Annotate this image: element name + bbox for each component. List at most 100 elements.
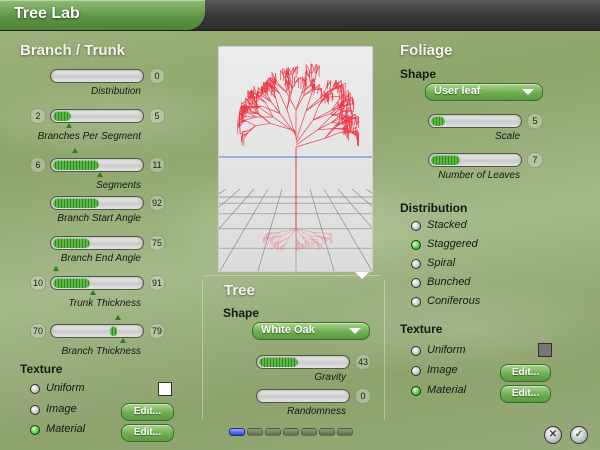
number-of-leaves-slider[interactable] [428,153,522,167]
distribution-coniferous[interactable]: Coniferous [411,295,531,311]
distribution-label: Distribution [90,86,141,97]
checkmark-icon: ✓ [574,429,584,440]
gravity-slider[interactable] [256,355,350,369]
tree-shape-value: White Oak [261,324,315,336]
trunk-thickness-top-marker[interactable] [53,266,59,271]
foliage-texture-image-dot[interactable] [411,366,421,376]
branch-start-angle-slider[interactable] [50,196,144,210]
branch-texture-image-edit-button[interactable]: Edit... [121,403,174,421]
randomness-label: Randomness [287,406,346,417]
branch-thickness-slider-fill [109,326,118,336]
branch-end-angle-max: 75 [149,235,165,251]
tree-shape-label: Shape [223,306,260,320]
tree-preview-render [219,47,372,271]
foliage-texture-uniform[interactable]: Uniform [411,344,531,360]
branch-start-angle-slider-fill [53,198,99,208]
segments-min: 6 [30,157,46,173]
trunk-thickness-slider-fill [53,278,90,288]
foliage-shape-label: Shape [400,67,437,81]
segments-top-marker[interactable] [72,148,78,153]
branch-texture-title: Texture [20,362,63,376]
branches-per-segment-slider-fill [53,111,72,121]
branch-end-angle-slider-fill [53,238,90,248]
distribution-bunched[interactable]: Bunched [411,276,531,292]
branch-texture-color-swatch[interactable] [158,382,172,396]
branches-per-segment-slider[interactable] [50,109,144,123]
foliage-texture-color-swatch[interactable] [538,343,552,357]
tree-preview-viewport[interactable] [218,46,373,272]
distribution-slider[interactable] [50,69,144,83]
scale-label: Scale [494,131,520,142]
distribution-title: Distribution [400,201,468,215]
distribution-spiral-dot[interactable] [411,259,421,269]
cancel-button[interactable]: ✕ [544,426,562,444]
branch-texture-image-label: Image [46,403,77,415]
foliage-texture-material-dot[interactable] [411,386,421,396]
scale-slider-fill [431,116,445,126]
branch-texture-uniform-dot[interactable] [30,384,40,394]
branches-per-segment-min: 2 [30,108,46,124]
distribution-stacked-label: Stacked [427,219,467,231]
branch-texture-image-dot[interactable] [30,405,40,415]
distribution-stacked[interactable]: Stacked [411,219,531,235]
branch-thickness-bottom-marker[interactable] [120,338,126,343]
foliage-texture-uniform-dot[interactable] [411,346,421,356]
page-dot[interactable] [265,428,281,436]
page-dot[interactable] [301,428,317,436]
preview-resize-corner-icon[interactable] [355,272,369,279]
foliage-shape-value: User leaf [434,85,481,97]
distribution-coniferous-dot[interactable] [411,297,421,307]
segments-bottom-marker[interactable] [97,172,103,177]
foliage-texture-material-edit-button[interactable]: Edit... [500,385,551,403]
preview-divider [205,275,380,276]
foliage-texture-image-edit-button[interactable]: Edit... [500,364,551,382]
branch-texture-uniform[interactable]: Uniform [30,382,150,398]
branches-per-segment-label: Branches Per Segment [37,131,141,142]
tree-shape-dropdown[interactable]: White Oak [252,322,370,340]
branch-thickness-max: 79 [149,323,165,339]
page-dot[interactable] [283,428,299,436]
page-dot[interactable] [337,428,353,436]
randomness-slider[interactable] [256,389,350,403]
trunk-thickness-bottom-marker[interactable] [90,290,96,295]
page-dot[interactable] [229,428,245,436]
trunk-thickness-min: 10 [30,275,46,291]
gravity-max: 43 [355,354,371,370]
distribution-spiral-label: Spiral [427,257,456,269]
distribution-staggered-label: Staggered [427,238,478,250]
branch-thickness-top-marker[interactable] [115,315,121,320]
title-bar: Tree Lab [0,0,600,31]
segments-slider[interactable] [50,158,144,172]
distribution-bunched-label: Bunched [427,276,471,288]
branch-texture-material-edit-button[interactable]: Edit... [121,424,174,442]
distribution-bunched-dot[interactable] [411,278,421,288]
distribution-spiral[interactable]: Spiral [411,257,531,273]
distribution-staggered-dot[interactable] [411,240,421,250]
branches-per-segment-marker[interactable] [66,123,72,128]
branch-texture-material-dot[interactable] [30,425,40,435]
foliage-texture-image-label: Image [427,364,458,376]
tree-lab-window: Tree Lab Branch / Trunk 0 Distribution 2… [0,0,600,450]
distribution-staggered[interactable]: Staggered [411,238,531,254]
gravity-label: Gravity [314,372,346,383]
foliage-shape-dropdown[interactable]: User leaf [425,83,543,101]
branch-end-angle-label: Branch End Angle [60,253,141,264]
gravity-slider-fill [259,357,298,367]
branch-end-angle-slider[interactable] [50,236,144,250]
branch-trunk-title: Branch / Trunk [20,42,126,59]
distribution-stacked-dot[interactable] [411,221,421,231]
segments-slider-fill [53,160,99,170]
trunk-thickness-slider[interactable] [50,276,144,290]
right-divider [384,280,385,420]
branch-texture-uniform-label: Uniform [46,382,85,394]
number-of-leaves-slider-fill [431,155,461,165]
scale-max: 5 [527,113,543,129]
page-dot[interactable] [247,428,263,436]
branch-thickness-slider[interactable] [50,324,144,338]
segments-max: 11 [149,157,165,173]
ok-button[interactable]: ✓ [570,426,588,444]
scale-slider[interactable] [428,114,522,128]
page-dot[interactable] [319,428,335,436]
foliage-title: Foliage [400,42,453,59]
foliage-texture-title: Texture [400,322,443,336]
